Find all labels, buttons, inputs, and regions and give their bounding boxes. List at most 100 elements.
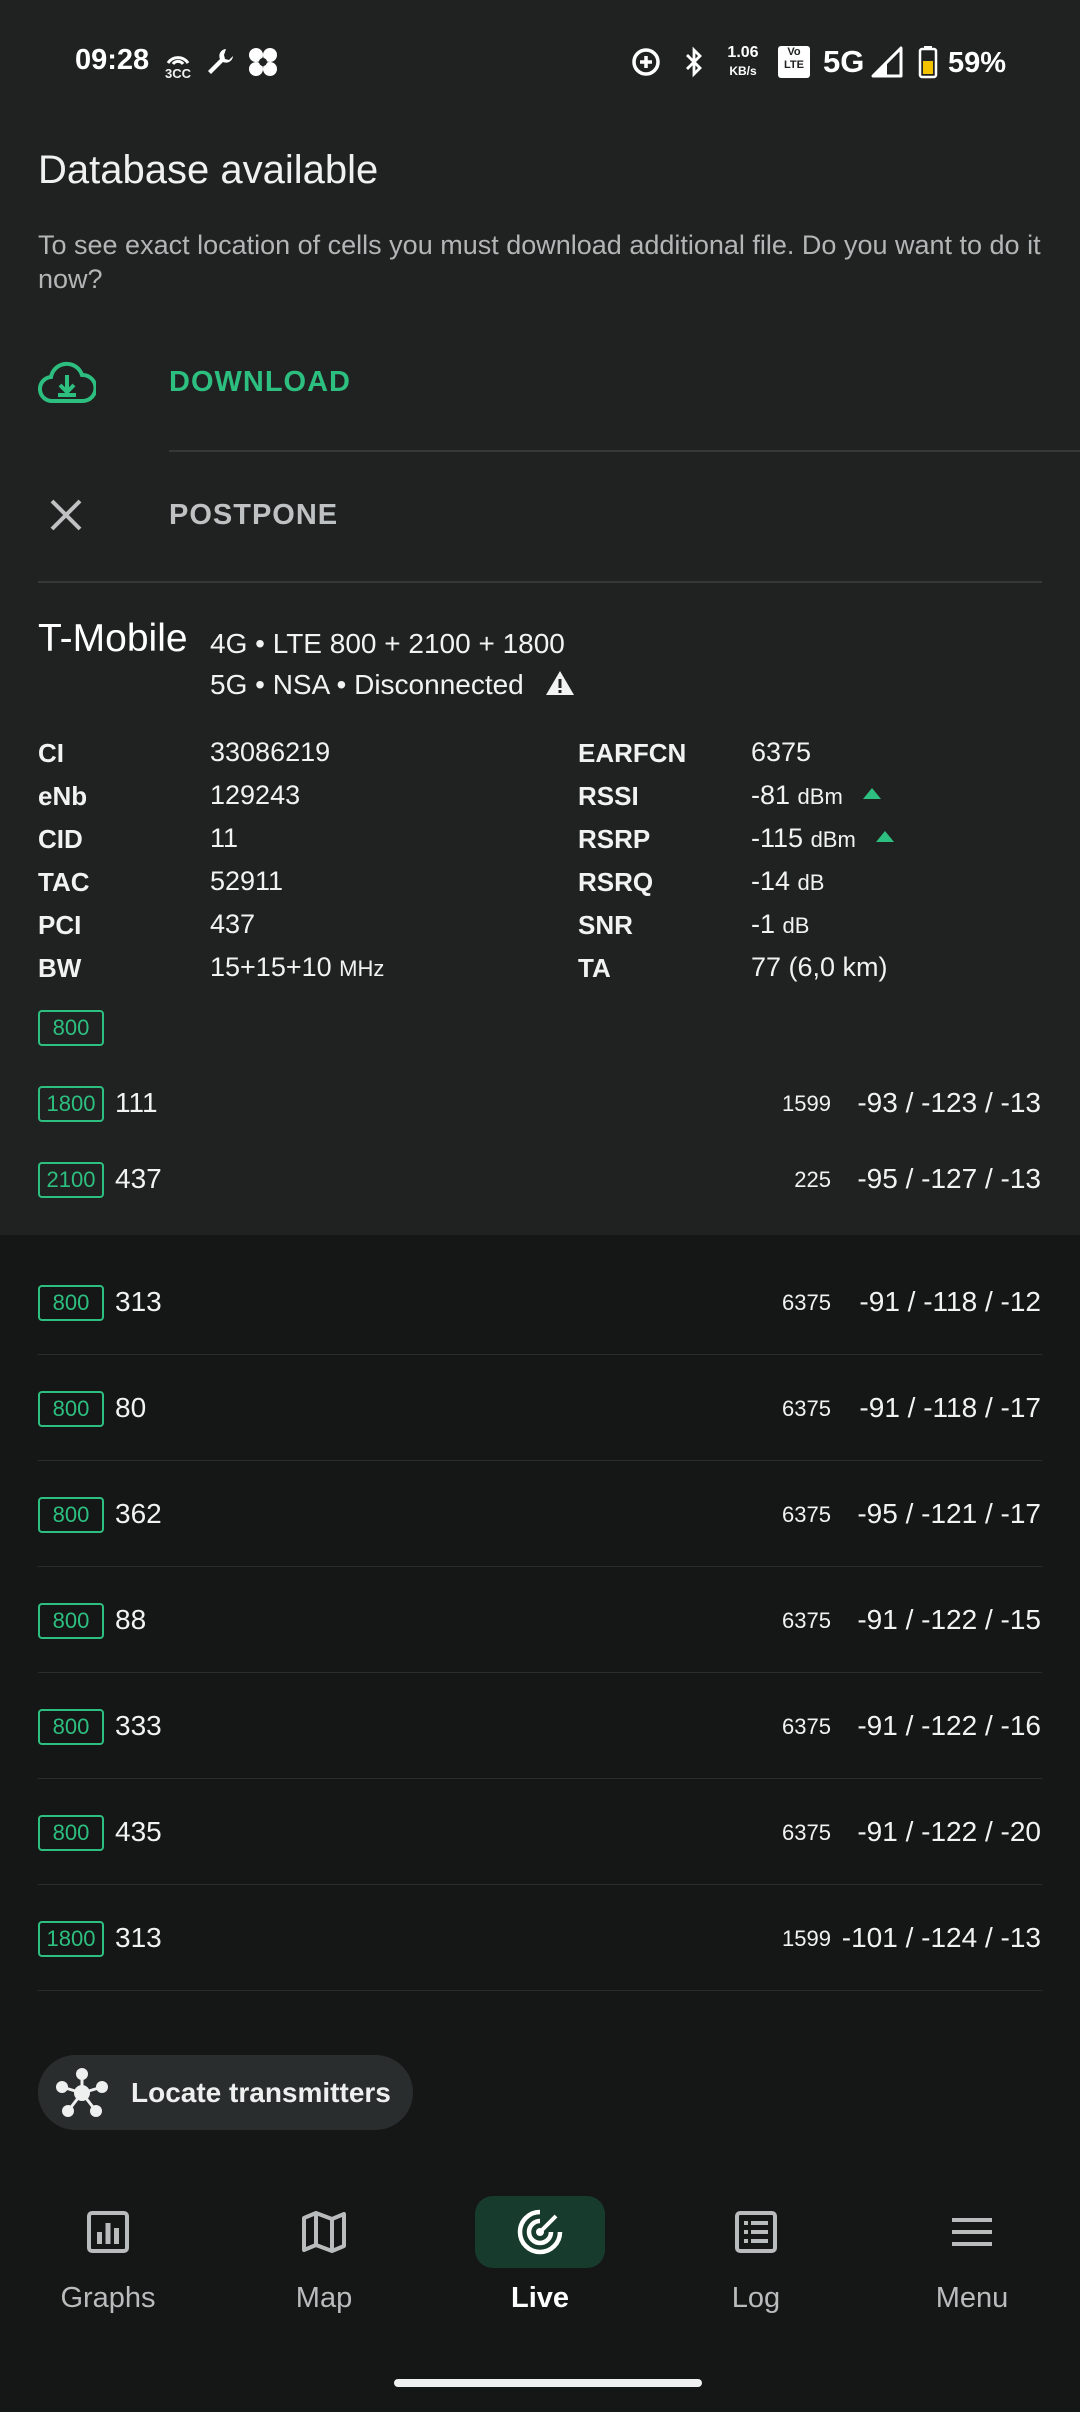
nav-label-graphs: Graphs — [60, 2282, 156, 2314]
param-value-bw-text: 15+15+10 — [210, 952, 332, 982]
home-indicator[interactable] — [394, 2379, 702, 2387]
trend-up-icon — [875, 831, 894, 843]
param-label-snr: SNR — [578, 910, 633, 940]
cell-pci: 313 — [115, 1922, 162, 1953]
param-label-ci: CI — [38, 738, 64, 768]
param-label-earfcn: EARFCN — [578, 738, 687, 768]
nav-map[interactable]: Map — [216, 2170, 432, 2320]
status-time: 09:28 — [75, 44, 150, 76]
dialog-divider — [169, 450, 1080, 452]
menu-icon — [907, 2196, 1037, 2268]
nav-graphs[interactable]: Graphs — [0, 2170, 216, 2320]
param-label-bw: BW — [38, 953, 82, 983]
cell-pci: 111 — [115, 1087, 158, 1118]
graphs-icon — [43, 2196, 173, 2268]
band-badge: 800 — [38, 1497, 104, 1533]
cell-signal: -93 / -123 / -13 — [857, 1087, 1041, 1118]
row-divider — [38, 1566, 1042, 1567]
param-value-ta-text: 77 (6,0 km) — [751, 952, 888, 982]
nav-log[interactable]: Log — [648, 2170, 864, 2320]
param-value-rsrp: -115 dBm — [751, 823, 894, 854]
cell-signal: -95 / -121 / -17 — [857, 1498, 1041, 1529]
cell-pci: 362 — [115, 1498, 162, 1529]
volte-icon: Vo LTE — [778, 46, 810, 78]
param-unit-rsrq: dB — [797, 870, 825, 895]
param-label-rsrq: RSRQ — [578, 867, 654, 897]
param-label-rssi: RSSI — [578, 781, 639, 811]
param-label-pci: PCI — [38, 910, 82, 940]
locate-transmitters-button[interactable]: Locate transmitters — [38, 2055, 413, 2130]
postpone-label: POSTPONE — [169, 499, 339, 531]
cell-arfcn: 225 — [794, 1167, 831, 1192]
param-value-tac: 52911 — [210, 866, 283, 897]
cell-signal: -91 / -122 / -16 — [857, 1710, 1041, 1741]
cell-signal: -95 / -127 / -13 — [857, 1163, 1041, 1194]
param-value-earfcn: 6375 — [751, 737, 811, 768]
close-icon — [48, 497, 84, 538]
band-badge: 1800 — [38, 1921, 104, 1957]
nav-live[interactable]: Live — [432, 2170, 648, 2320]
param-value-rsrp-text: -115 — [751, 823, 804, 853]
cell-signal: -91 / -118 / -12 — [859, 1286, 1041, 1317]
param-value-bw: 15+15+10 MHz — [210, 952, 384, 983]
operator-name: T-Mobile — [38, 617, 188, 660]
neighbor-cell-row[interactable]: 800 333 6375 -91 / -122 / -16 — [0, 1709, 1080, 1816]
cell-arfcn: 6375 — [782, 1714, 831, 1739]
trend-up-icon — [862, 788, 881, 800]
param-value-snr: -1 dB — [751, 909, 809, 940]
param-value-cid: 11 — [210, 823, 238, 854]
nav-menu[interactable]: Menu — [864, 2170, 1080, 2320]
download-button[interactable]: DOWNLOAD — [0, 324, 1080, 444]
warning-icon — [544, 669, 576, 704]
row-divider — [38, 1990, 1042, 1991]
neighbor-cell-row[interactable]: 800 435 6375 -91 / -122 / -20 — [0, 1815, 1080, 1922]
cell-arfcn: 1599 — [782, 1091, 831, 1116]
param-value-enb-text: 129243 — [210, 780, 301, 810]
postpone-button[interactable]: POSTPONE — [0, 457, 1080, 577]
cell-arfcn: 6375 — [782, 1608, 831, 1633]
cell-arfcn: 6375 — [782, 1396, 831, 1421]
signal-icon — [870, 40, 904, 84]
fan-icon — [246, 40, 280, 84]
cell-signal: -101 / -124 / -13 — [841, 1922, 1041, 1953]
param-value-rsrq: -14 dB — [751, 866, 824, 897]
cell-arfcn: 6375 — [782, 1502, 831, 1527]
param-label-tac: TAC — [38, 867, 90, 897]
param-value-pci: 437 — [210, 909, 255, 940]
cell-pci: 313 — [115, 1286, 162, 1317]
notif-badge: 3CC — [164, 65, 191, 81]
param-value-ta: 77 (6,0 km) — [751, 952, 888, 983]
param-unit-rssi: dBm — [797, 784, 843, 809]
cell-signal: -91 / -122 / -15 — [857, 1604, 1041, 1635]
net-speed-value: 1.06 — [727, 44, 759, 61]
neighbor-cell-row[interactable]: 1800 313 1599 -101 / -124 / -13 — [0, 1921, 1080, 2028]
nav-label-menu: Menu — [935, 2282, 1009, 2314]
row-divider — [38, 1884, 1042, 1885]
param-value-snr-text: -1 — [751, 909, 776, 939]
cell-arfcn: 1599 — [782, 1926, 831, 1951]
neighbor-cell-row[interactable]: 800 362 6375 -95 / -121 / -17 — [0, 1497, 1080, 1604]
operator-5g-line: 5G • NSA • Disconnected — [210, 669, 576, 704]
param-value-rssi: -81 dBm — [751, 780, 881, 811]
molecule-icon — [54, 2067, 110, 2124]
nav-label-log: Log — [731, 2282, 781, 2314]
param-value-tac-text: 52911 — [210, 866, 284, 896]
band-badge: 800 — [38, 1815, 104, 1851]
band-badge: 2100 — [38, 1162, 104, 1198]
param-label-enb: eNb — [38, 781, 88, 811]
nav-label-map: Map — [295, 2282, 353, 2314]
volte-bottom: LTE — [784, 59, 804, 71]
net-speed-unit: KB/s — [729, 64, 757, 78]
param-label-cid: CID — [38, 824, 83, 854]
volte-top: Vo — [787, 46, 801, 58]
neighbor-cell-row[interactable]: 800 313 6375 -91 / -118 / -12 — [0, 1285, 1080, 1392]
wrench-icon — [203, 40, 237, 84]
neighbor-cell-row[interactable]: 800 80 6375 -91 / -118 / -17 — [0, 1391, 1080, 1498]
row-divider — [38, 1460, 1042, 1461]
param-value-pci-text: 437 — [210, 909, 256, 939]
data-saver-icon — [628, 40, 664, 84]
band-badge: 800 — [38, 1391, 104, 1427]
serving-cell-row[interactable]: 2100 437 225 -95 / -127 / -13 — [0, 1162, 1080, 1269]
param-unit-bw: MHz — [339, 956, 385, 981]
neighbor-cell-row[interactable]: 800 88 6375 -91 / -122 / -15 — [0, 1603, 1080, 1710]
